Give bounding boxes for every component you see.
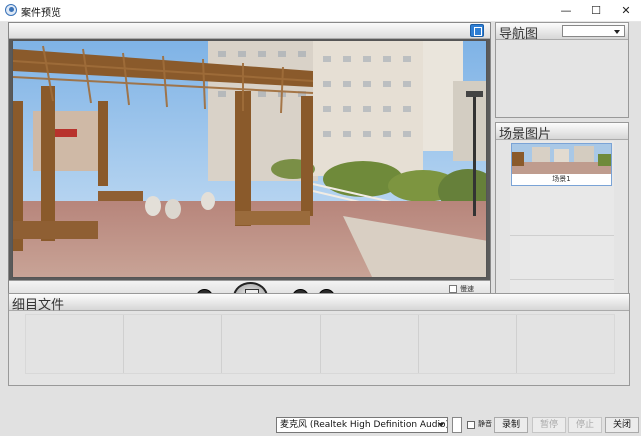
app-icon	[5, 4, 17, 16]
detail-files-list	[25, 314, 615, 374]
file-slot[interactable]	[26, 315, 125, 373]
scene-thumbnail-label: 场景1	[552, 175, 571, 183]
scene-slot-divider	[510, 235, 614, 236]
close-button[interactable]: 关闭	[605, 417, 639, 433]
maximize-button[interactable]: ☐	[581, 0, 611, 22]
file-slot[interactable]	[418, 315, 517, 373]
scene-images-title: 场景图片	[499, 127, 552, 142]
bottom-bar: 麦克风 (Realtek High Definition Audio) 静音 录…	[0, 414, 641, 436]
scene-slot-divider	[510, 279, 614, 280]
fullscreen-icon[interactable]	[470, 24, 484, 37]
file-slot[interactable]	[516, 315, 615, 373]
scene-thumbnail[interactable]: 场景1	[511, 143, 612, 186]
detail-files-header: 细目文件	[9, 294, 629, 313]
navigation-map-select[interactable]	[562, 25, 625, 37]
panorama-viewer: 慢速 ✓ 正常 快速	[8, 22, 491, 314]
record-button[interactable]: 录制	[494, 417, 528, 433]
navigation-map-header: 导航图	[496, 23, 628, 42]
scene-images-panel: 场景图片 场景1	[495, 122, 629, 313]
scene-images-header: 场景图片	[496, 123, 628, 142]
mute-checkbox[interactable]	[467, 421, 475, 429]
file-slot[interactable]	[222, 315, 321, 373]
mute-label: 静音	[478, 420, 492, 428]
navigation-map-panel: 导航图	[495, 22, 629, 118]
speed-slow-checkbox[interactable]	[449, 284, 457, 293]
title-bar: 案件预览 — ☐ ✕	[0, 0, 641, 22]
panorama-scene	[13, 41, 486, 277]
panorama-image[interactable]	[12, 40, 487, 278]
stop-record-button[interactable]: 停止	[568, 417, 602, 433]
file-slot[interactable]	[320, 315, 419, 373]
minimize-button[interactable]: —	[551, 0, 581, 22]
file-slot[interactable]	[124, 315, 223, 373]
navigation-map-title: 导航图	[499, 27, 539, 42]
scene-list: 场景1	[510, 141, 614, 313]
detail-files-title: 细目文件	[12, 298, 65, 313]
microphone-select[interactable]: 麦克风 (Realtek High Definition Audio)	[276, 417, 448, 433]
window-title: 案件预览	[21, 8, 61, 19]
close-window-button[interactable]: ✕	[611, 0, 641, 22]
pause-button[interactable]: 暂停	[532, 417, 566, 433]
scene-thumbnail-image	[512, 144, 611, 174]
viewer-toolbar	[9, 23, 490, 39]
volume-indicator	[452, 417, 462, 433]
detail-files-panel: 细目文件	[8, 293, 630, 386]
